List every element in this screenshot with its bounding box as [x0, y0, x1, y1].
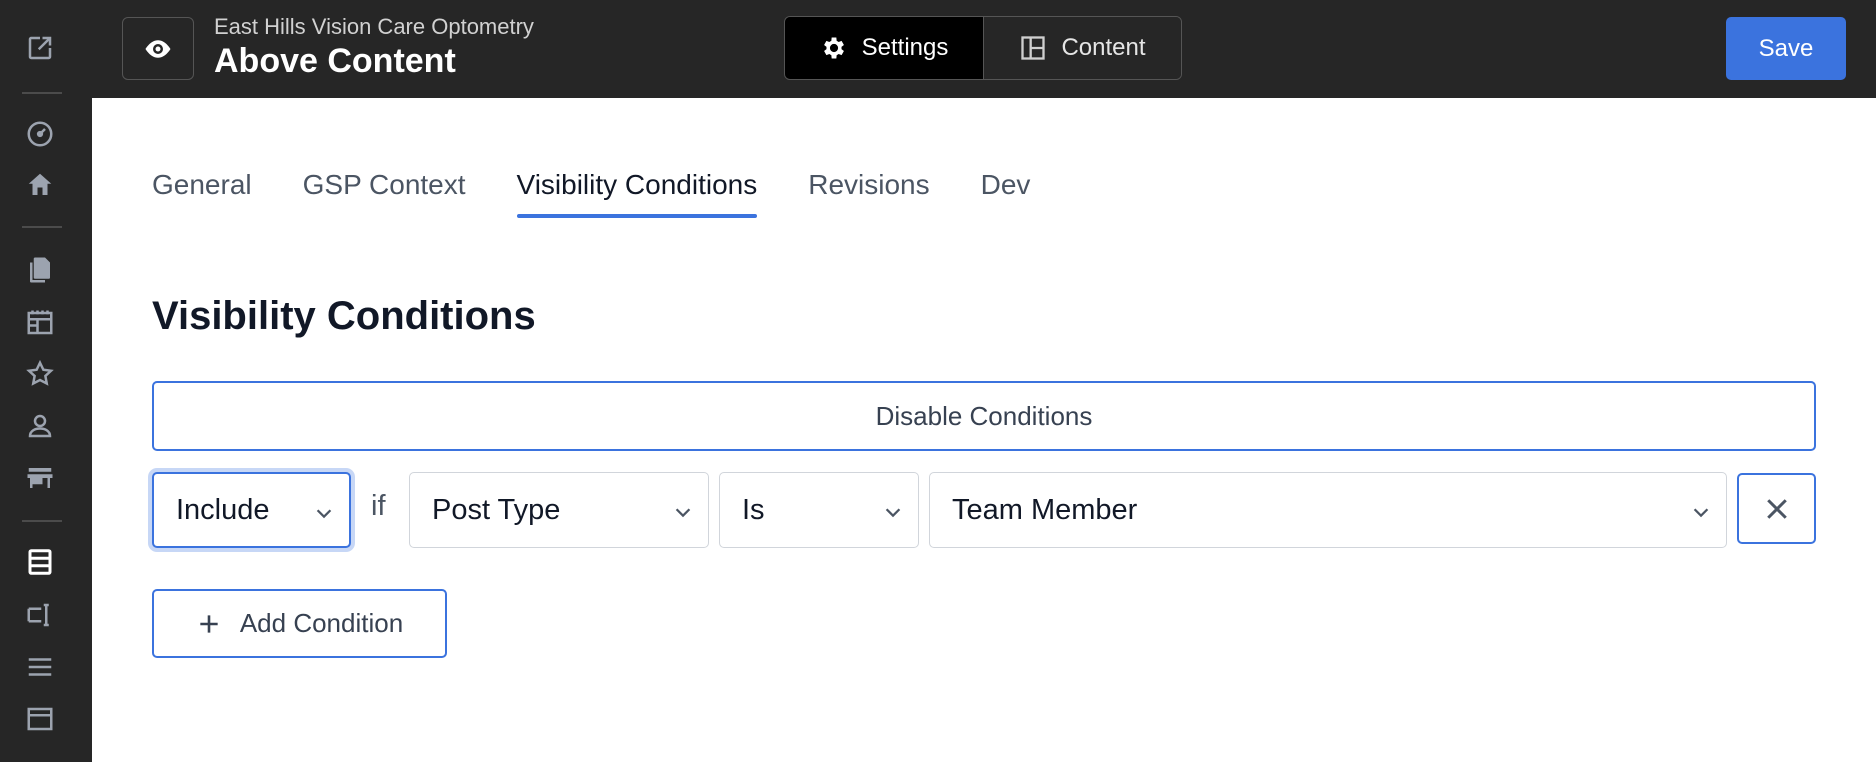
mode-switch: Settings Content — [784, 16, 1182, 80]
include-select[interactable]: Include — [152, 472, 351, 548]
remove-condition-button[interactable] — [1737, 473, 1816, 544]
value-select[interactable]: Team Member — [929, 472, 1727, 548]
user-icon[interactable] — [22, 408, 58, 444]
tab-revisions[interactable]: Revisions — [808, 162, 929, 218]
store-icon[interactable] — [22, 460, 58, 496]
add-condition-label: Add Condition — [239, 608, 404, 638]
disable-conditions-button[interactable]: Disable Conditions — [152, 381, 1816, 451]
tab-dev[interactable]: Dev — [981, 162, 1031, 218]
gear-icon — [820, 34, 848, 62]
add-condition-button[interactable]: Add Condition — [152, 589, 447, 658]
close-icon — [1762, 494, 1792, 524]
template-icon[interactable] — [22, 701, 58, 737]
calendar-icon[interactable] — [22, 305, 58, 341]
tab-gsp-context[interactable]: GSP Context — [303, 162, 466, 218]
save-button[interactable]: Save — [1726, 17, 1846, 80]
chevron-down-icon — [675, 508, 691, 518]
field-select-value: Post Type — [432, 493, 561, 526]
sidebar-divider — [22, 520, 62, 522]
section-title: Visibility Conditions — [152, 294, 536, 338]
chevron-down-icon — [316, 509, 332, 519]
dashboard-icon[interactable] — [22, 116, 58, 152]
left-sidebar — [0, 0, 92, 762]
sidebar-divider — [22, 226, 62, 228]
plus-icon — [196, 611, 222, 637]
if-label: if — [371, 490, 386, 522]
tab-visibility-conditions[interactable]: Visibility Conditions — [516, 162, 757, 218]
settings-mode-label: Settings — [861, 34, 949, 61]
field-select[interactable]: Post Type — [409, 472, 709, 548]
chevron-down-icon — [885, 508, 901, 518]
settings-mode-button[interactable]: Settings — [785, 17, 984, 79]
site-name: East Hills Vision Care Optometry — [214, 14, 534, 39]
value-select-value: Team Member — [952, 493, 1138, 526]
external-edit-icon[interactable] — [22, 30, 58, 66]
home-icon[interactable] — [22, 167, 58, 203]
content-mode-label: Content — [1061, 34, 1146, 61]
list-active-icon[interactable] — [22, 544, 58, 580]
settings-tabs: General GSP Context Visibility Condition… — [152, 162, 1081, 218]
chevron-down-icon — [1693, 508, 1709, 518]
tab-general[interactable]: General — [152, 162, 252, 218]
eye-icon — [143, 34, 173, 64]
operator-select[interactable]: Is — [719, 472, 919, 548]
preview-button[interactable] — [122, 17, 194, 80]
sidebar-divider — [22, 92, 62, 94]
menu-lines-icon[interactable] — [22, 649, 58, 685]
include-select-value: Include — [176, 493, 270, 526]
operator-select-value: Is — [742, 493, 765, 526]
text-field-icon[interactable] — [22, 597, 58, 633]
content-mode-button[interactable]: Content — [984, 17, 1181, 79]
top-bar: East Hills Vision Care Optometry Above C… — [92, 0, 1876, 98]
star-icon[interactable] — [22, 356, 58, 392]
layout-icon — [1019, 34, 1047, 62]
pages-icon[interactable] — [22, 252, 58, 288]
page-title: Above Content — [214, 42, 456, 80]
